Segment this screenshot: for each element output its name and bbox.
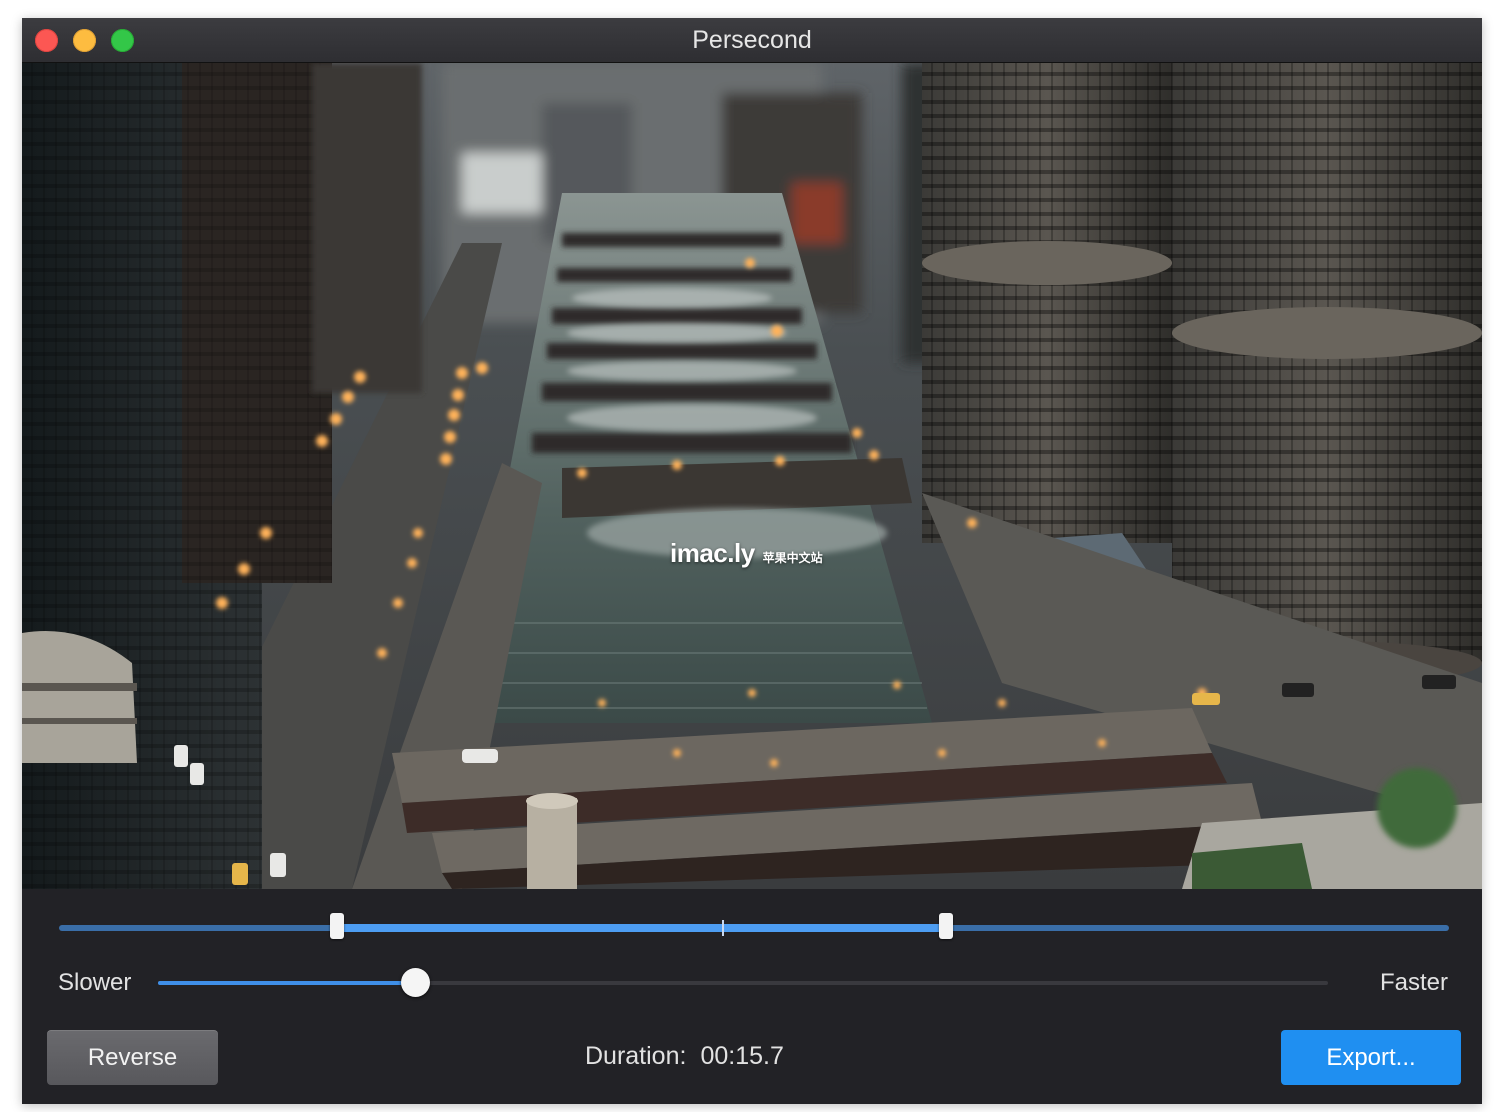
title-bar[interactable]: Persecond [22, 18, 1482, 63]
app-window: Persecond imac.ly 苹果中文站 Slower Faster Re… [22, 18, 1482, 1104]
export-button[interactable]: Export... [1281, 1030, 1461, 1085]
control-panel: Slower Faster Reverse Duration: 00:15.7 E… [22, 889, 1482, 1104]
watermark-brand: imac.ly [670, 538, 755, 568]
trim-end-handle[interactable] [939, 913, 953, 939]
speed-slider-fill [158, 981, 416, 985]
watermark: imac.ly 苹果中文站 [670, 538, 823, 569]
playhead-marker[interactable] [722, 920, 724, 936]
duration-value: 00:15.7 [700, 1042, 784, 1070]
trim-start-handle[interactable] [330, 913, 344, 939]
slower-label: Slower [58, 969, 132, 996]
reverse-button[interactable]: Reverse [47, 1030, 218, 1085]
speed-slider-knob[interactable] [401, 968, 431, 997]
faster-label: Faster [1379, 969, 1448, 996]
video-preview[interactable]: imac.ly 苹果中文站 [22, 63, 1482, 889]
video-frame-image [22, 63, 1482, 889]
window-title: Persecond [692, 26, 812, 54]
duration-label: Duration: [585, 1042, 687, 1070]
trim-range-selection[interactable] [337, 924, 947, 932]
watermark-subtitle: 苹果中文站 [762, 551, 823, 566]
duration-display: Duration: 00:15.7 [585, 1042, 784, 1071]
